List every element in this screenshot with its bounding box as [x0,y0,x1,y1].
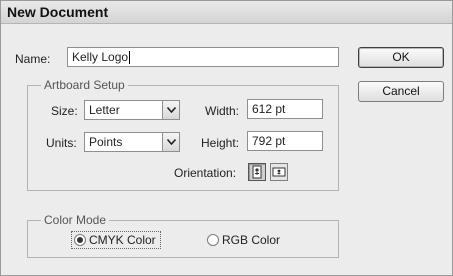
size-value: Letter [89,103,120,117]
landscape-icon [272,167,286,177]
cmyk-radio-label[interactable]: CMYK Color [89,233,156,247]
title-bar[interactable]: New Document [1,1,452,24]
rgb-radio[interactable] [207,234,219,246]
units-label: Units: [46,136,77,150]
new-document-dialog: New Document Name: Kelly Logo OK Cancel … [0,0,453,276]
cmyk-radio[interactable] [74,234,86,246]
height-value: 792 pt [252,134,286,148]
cancel-button[interactable]: Cancel [358,81,444,102]
portrait-icon [252,165,262,179]
artboard-setup-legend: Artboard Setup [41,78,128,92]
ok-button[interactable]: OK [358,47,444,68]
chevron-down-icon[interactable] [162,133,179,151]
landscape-orientation-button[interactable] [270,163,288,181]
width-input[interactable]: 612 pt [247,99,323,119]
units-value: Points [89,135,123,149]
name-label: Name: [15,52,51,66]
name-value: Kelly Logo [72,50,129,64]
height-label: Height: [201,136,240,150]
portrait-orientation-button[interactable] [248,163,266,181]
name-input[interactable]: Kelly Logo [67,47,339,67]
units-select[interactable]: Points [84,132,180,152]
text-caret [129,51,131,65]
radio-selected-dot [77,237,83,243]
orientation-label: Orientation: [174,166,237,180]
width-value: 612 pt [252,102,286,116]
size-select[interactable]: Letter [84,100,180,120]
height-input[interactable]: 792 pt [247,131,323,151]
dialog-title: New Document [7,4,109,20]
color-mode-legend: Color Mode [41,213,110,227]
size-label: Size: [51,104,78,118]
rgb-radio-label[interactable]: RGB Color [222,233,280,247]
chevron-down-icon[interactable] [162,101,179,119]
width-label: Width: [205,104,240,118]
